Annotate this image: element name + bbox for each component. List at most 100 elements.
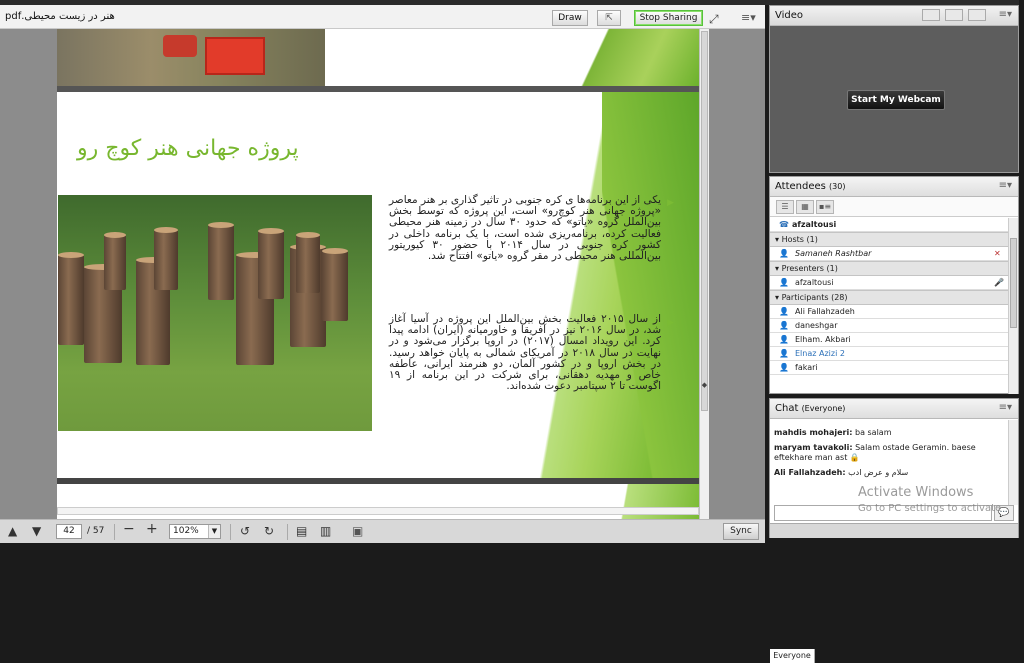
chat-message: Ali Fallahzadeh: سلام و عرض ادب	[774, 468, 1004, 478]
scrollbar-thumb[interactable]	[701, 31, 708, 411]
grid-layout-icon[interactable]	[922, 9, 940, 21]
phone-icon: ☎	[779, 220, 789, 229]
page-down-icon[interactable]: ▼	[32, 525, 41, 537]
page-number-input[interactable]: 42	[56, 524, 82, 539]
scroll-arrow-icon[interactable]: ◆	[700, 381, 709, 389]
mic-icon: 🎤	[994, 278, 1004, 287]
rotate-right-icon[interactable]: ↻	[264, 525, 274, 537]
crate-shape	[205, 37, 265, 75]
chat-scrollbar[interactable]	[1008, 420, 1018, 505]
chat-text: ba salam	[854, 428, 892, 437]
chat-pod-title: Chat (Everyone)	[775, 403, 845, 414]
participant-icon: 👤	[779, 321, 789, 330]
fit-width-icon[interactable]: ▣	[352, 525, 363, 537]
activation-watermark-title: Activate Windows	[858, 485, 974, 500]
filmstrip-layout-icon[interactable]	[945, 9, 964, 21]
pod-menu-icon[interactable]: ≡▾	[999, 402, 1012, 413]
presenters-group-label: Presenters (1)	[781, 264, 838, 273]
page-up-icon[interactable]: ▲	[8, 525, 17, 537]
lock-icon: 🔒	[849, 453, 860, 462]
attendee-name: fakari	[795, 363, 818, 372]
document-viewer[interactable]: پروژه جهانی هنر کوچ رو ▶ یکی از این برنا…	[0, 29, 765, 519]
attendees-title-text: Attendees	[775, 181, 826, 192]
list-item[interactable]: 👤 Samaneh Rashtbar ✕	[770, 247, 1008, 261]
host-icon: 👤	[779, 249, 789, 258]
status-view-icon[interactable]: ▪≡	[816, 200, 834, 214]
slide-photo-crates	[57, 29, 325, 86]
pod-menu-icon[interactable]: ≡▾	[999, 9, 1012, 20]
attendees-toolbar: ☰ ▦ ▪≡	[770, 197, 1018, 217]
my-status-row[interactable]: ☎ afzaltousi	[770, 218, 1008, 232]
window-right-edge	[1019, 0, 1024, 538]
participant-icon: 👤	[779, 349, 789, 358]
hosts-group-label: Hosts (1)	[781, 235, 818, 244]
participants-group-label: Participants (28)	[781, 293, 848, 302]
rotate-left-icon[interactable]: ↺	[240, 525, 250, 537]
activation-watermark-subtitle: Go to PC settings to activate	[858, 503, 1002, 514]
zoom-in-icon[interactable]: +	[146, 522, 158, 536]
single-page-icon[interactable]: ▤	[296, 525, 307, 537]
list-item[interactable]: 👤 Elnaz Azizi 2	[770, 347, 1008, 361]
attendee-name: Elnaz Azizi 2	[795, 349, 845, 358]
mic-muted-icon: ✕	[994, 249, 1001, 258]
current-slide-page: پروژه جهانی هنر کوچ رو ▶ یکی از این برنا…	[57, 92, 699, 478]
attendees-scrollbar[interactable]	[1008, 218, 1018, 394]
document-navigation-bar: ▲ ▼ 42 / 57 − + 102% ▼ ↺ ↻ ▤ ▥ ▣ Sync	[0, 519, 765, 543]
slide-title: پروژه جهانی هنر کوچ رو	[77, 136, 299, 161]
my-name: afzaltousi	[792, 220, 837, 229]
attendees-pod-header: Attendees (30) ≡▾	[770, 177, 1018, 197]
stump-shape	[154, 227, 178, 290]
attendees-list: ☎ afzaltousi ▾ Hosts (1) 👤 Samaneh Rasht…	[770, 218, 1008, 394]
bucket-shape	[163, 35, 197, 57]
zoom-out-icon[interactable]: −	[123, 522, 135, 536]
stump-shape	[322, 248, 348, 321]
slide-paragraph: یکی از این برنامه‌ها ی کره جنوبی در تاثی…	[389, 194, 661, 263]
vertical-scrollbar[interactable]: ◆	[699, 29, 709, 519]
slide-green-decoration	[529, 29, 699, 86]
chat-scope: (Everyone)	[801, 404, 846, 413]
share-pod-toolbar: هنر در زیست محیطی.pdf Draw ⇱ Stop Sharin…	[0, 5, 765, 29]
slide-green-decoration	[602, 92, 699, 478]
attendees-pod: Attendees (30) ≡▾ ☰ ▦ ▪≡ ☎ afzaltousi ▾ …	[769, 176, 1019, 394]
chat-sender: mahdis mohajeri:	[774, 428, 853, 437]
zoom-select[interactable]: 102% ▼	[169, 524, 221, 539]
list-item[interactable]: 👤 daneshgar	[770, 319, 1008, 333]
tab-everyone[interactable]: Everyone	[770, 649, 815, 663]
start-webcam-button[interactable]: Start My Webcam	[847, 90, 945, 110]
stump-shape	[258, 228, 284, 299]
pointer-icon[interactable]: ⇱	[597, 10, 621, 26]
list-item[interactable]: 👤 afzaltousi 🎤	[770, 276, 1008, 290]
draw-button[interactable]: Draw	[552, 10, 588, 26]
attendees-pod-title: Attendees (30)	[775, 181, 845, 192]
stump-shape	[58, 252, 84, 345]
presenters-group-header[interactable]: ▾ Presenters (1)	[770, 261, 1008, 276]
chat-sender: maryam tavakoli:	[774, 443, 853, 452]
share-pod: هنر در زیست محیطی.pdf Draw ⇱ Stop Sharin…	[0, 5, 765, 543]
pod-menu-icon[interactable]: ≡▾	[999, 180, 1012, 191]
sync-button[interactable]: Sync	[723, 523, 759, 540]
stump-shape	[208, 222, 234, 300]
single-layout-icon[interactable]	[968, 9, 987, 21]
scrollbar-thumb[interactable]	[1010, 238, 1017, 328]
previous-slide-page	[57, 29, 699, 86]
pod-menu-icon[interactable]: ≡▾	[741, 11, 756, 24]
list-item[interactable]: 👤 fakari	[770, 361, 1008, 375]
participants-group-header[interactable]: ▾ Participants (28)	[770, 290, 1008, 305]
chevron-down-icon[interactable]: ▼	[208, 525, 220, 538]
list-item[interactable]: 👤 Ali Fallahzadeh	[770, 305, 1008, 319]
hosts-group-header[interactable]: ▾ Hosts (1)	[770, 232, 1008, 247]
stump-shape	[296, 232, 320, 293]
page-total: / 57	[87, 526, 105, 536]
grid-view-icon[interactable]: ▦	[796, 200, 814, 214]
horizontal-scrollbar[interactable]	[57, 507, 699, 515]
list-view-icon[interactable]: ☰	[776, 200, 794, 214]
list-item[interactable]: 👤 Elham. Akbari	[770, 333, 1008, 347]
chat-text: سلام و عرض ادب	[848, 468, 909, 477]
chat-title-text: Chat	[775, 403, 799, 414]
video-pod-title: Video	[775, 10, 804, 21]
continuous-pages-icon[interactable]: ▥	[320, 525, 331, 537]
fullscreen-icon[interactable]: ⤢	[709, 12, 719, 27]
stop-sharing-button[interactable]: Stop Sharing	[634, 10, 703, 26]
shared-file-title: هنر در زیست محیطی.pdf	[5, 11, 115, 22]
video-pod: Video ≡▾ Start My Webcam	[769, 5, 1019, 173]
